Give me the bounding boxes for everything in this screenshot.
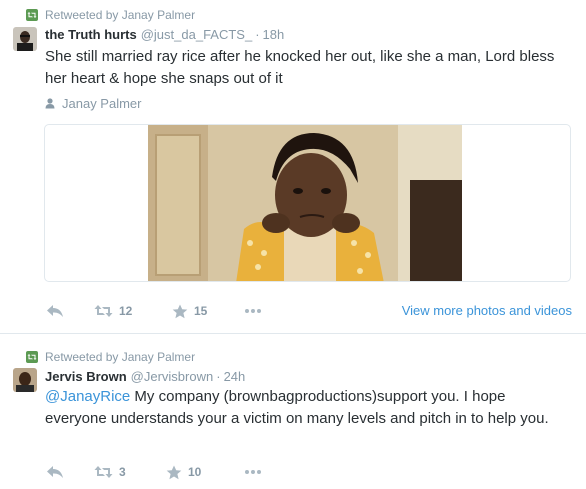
separator: · bbox=[216, 369, 221, 384]
favorite-star-icon bbox=[172, 304, 188, 318]
author-fullname[interactable]: Jervis Brown bbox=[45, 369, 127, 384]
more-button[interactable] bbox=[244, 301, 262, 321]
author-fullname[interactable]: the Truth hurts bbox=[45, 27, 137, 42]
favorite-count: 15 bbox=[194, 304, 208, 318]
tweet-timestamp[interactable]: 24h bbox=[224, 369, 246, 384]
tagged-user-name: Janay Palmer bbox=[62, 96, 142, 111]
retweet-button[interactable]: 3 bbox=[94, 462, 126, 482]
retweet-badge-icon bbox=[26, 9, 38, 21]
retweet-badge-icon bbox=[26, 351, 38, 363]
retweet-context-label: Retweeted by Janay Palmer bbox=[45, 8, 196, 22]
tweet[interactable]: Retweeted by Janay Palmer Jervis Brown @… bbox=[0, 335, 586, 489]
avatar[interactable] bbox=[13, 27, 37, 51]
more-dots-icon bbox=[245, 309, 261, 313]
favorite-button[interactable]: 15 bbox=[172, 301, 207, 321]
mention-link[interactable]: @JanayRice bbox=[45, 388, 130, 405]
retweet-button[interactable]: 12 bbox=[94, 301, 132, 321]
tagged-user[interactable]: Janay Palmer bbox=[45, 96, 141, 111]
author-username[interactable]: @just_da_FACTS_ bbox=[141, 27, 252, 42]
view-more-photos-link[interactable]: View more photos and videos bbox=[402, 303, 572, 318]
retweet-context-label: Retweeted by Janay Palmer bbox=[45, 350, 196, 364]
author-username[interactable]: @Jervisbrown bbox=[131, 369, 214, 384]
favorite-count: 10 bbox=[188, 465, 202, 479]
retweet-count: 3 bbox=[119, 465, 126, 479]
media-card[interactable] bbox=[44, 124, 571, 282]
reply-button[interactable] bbox=[46, 462, 64, 482]
retweet-icon bbox=[94, 305, 113, 317]
more-dots-icon bbox=[245, 470, 261, 474]
retweet-context: Retweeted by Janay Palmer bbox=[26, 8, 195, 22]
tweet-actions: 12 15 View more photos and videos bbox=[44, 301, 572, 321]
more-button[interactable] bbox=[244, 462, 262, 482]
tweet-header: the Truth hurts @just_da_FACTS_ · 18h bbox=[45, 27, 284, 42]
reply-icon bbox=[47, 466, 63, 478]
retweet-icon bbox=[94, 466, 113, 478]
separator: · bbox=[255, 27, 260, 42]
retweet-count: 12 bbox=[119, 304, 133, 318]
tweet-actions: 3 10 bbox=[44, 462, 572, 482]
tweet-photo[interactable] bbox=[148, 125, 462, 281]
retweet-context: Retweeted by Janay Palmer bbox=[26, 350, 195, 364]
favorite-button[interactable]: 10 bbox=[166, 462, 201, 482]
avatar[interactable] bbox=[13, 368, 37, 392]
reply-button[interactable] bbox=[46, 301, 64, 321]
tweet[interactable]: Retweeted by Janay Palmer the Truth hurt… bbox=[0, 0, 586, 334]
person-icon bbox=[45, 98, 55, 109]
tweet-header: Jervis Brown @Jervisbrown · 24h bbox=[45, 369, 245, 384]
tweet-timestamp[interactable]: 18h bbox=[263, 27, 285, 42]
tweet-text: @JanayRice My company (brownbagproductio… bbox=[45, 386, 570, 430]
favorite-star-icon bbox=[166, 465, 182, 479]
tweet-text: She still married ray rice after he knoc… bbox=[45, 48, 555, 87]
reply-icon bbox=[47, 305, 63, 317]
